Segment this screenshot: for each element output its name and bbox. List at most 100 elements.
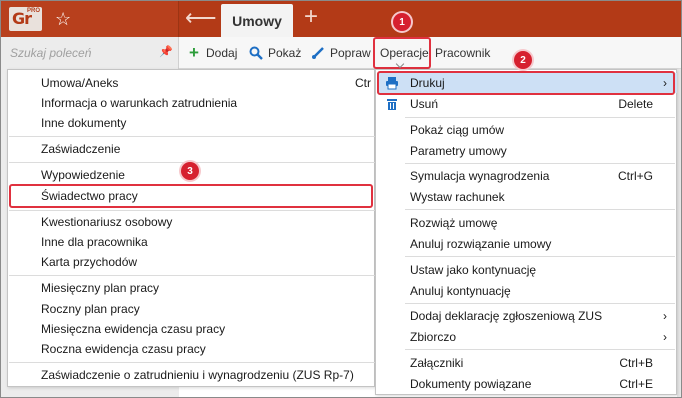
menu-item-zaswiadczenie[interactable]: Zaświadczenie bbox=[9, 139, 375, 159]
menu-item-label: Umowa/Aneks bbox=[41, 76, 119, 90]
menu-item-inne-dokumenty[interactable]: Inne dokumenty bbox=[9, 113, 375, 133]
menu-item-zus-rp7[interactable]: Zaświadczenie o zatrudnieniu i wynagrodz… bbox=[9, 365, 375, 385]
menu-item-parametry[interactable]: Parametry umowy bbox=[377, 141, 677, 161]
menu-item-symulacja[interactable]: Symulacja wynagrodzenia Ctrl+G bbox=[377, 166, 677, 186]
menu-item-anuluj-kontynuacje[interactable]: Anuluj kontynuację bbox=[377, 281, 677, 301]
app-window: Gr PRO ☆ ⟵ Umowy + Szukaj poleceń 📌 + Do… bbox=[0, 0, 682, 398]
add-button[interactable]: + Dodaj bbox=[187, 44, 237, 62]
tab-umowy[interactable]: Umowy bbox=[221, 4, 293, 37]
menu-item-label: Karta przychodów bbox=[41, 255, 138, 269]
menu-item-pokaz-ciag[interactable]: Pokaż ciąg umów bbox=[377, 120, 677, 140]
menu-item-label: Anuluj rozwiązanie umowy bbox=[410, 237, 552, 251]
swiadectwo-highlight bbox=[9, 184, 373, 208]
star-icon[interactable]: ☆ bbox=[55, 8, 71, 30]
app-logo[interactable]: Gr PRO bbox=[9, 7, 42, 31]
menu-item-label: Roczny plan pracy bbox=[41, 302, 140, 316]
menu-separator bbox=[405, 303, 675, 304]
command-search[interactable]: Szukaj poleceń 📌 bbox=[1, 37, 179, 69]
menu-item-shortcut: Delete bbox=[618, 97, 653, 111]
menu-separator bbox=[405, 117, 675, 118]
menu-item-kwestionariusz[interactable]: Kwestionariusz osobowy bbox=[9, 212, 375, 232]
menu-item-miesieczny-plan[interactable]: Miesięczny plan pracy bbox=[9, 278, 375, 298]
back-arrow-icon[interactable]: ⟵ bbox=[185, 7, 217, 29]
step-badge-3: 3 bbox=[181, 162, 199, 180]
menu-item-label: Wypowiedzenie bbox=[41, 168, 125, 182]
menu-item-label: Miesięczny plan pracy bbox=[41, 281, 160, 295]
menu-item-dodaj-deklaracje[interactable]: Dodaj deklarację zgłoszeniową ZUS › bbox=[377, 306, 677, 326]
menu-item-label: Roczna ewidencja czasu pracy bbox=[41, 342, 206, 356]
menu-item-label: Informacja o warunkach zatrudnienia bbox=[41, 96, 238, 110]
menu-item-label: Pokaż ciąg umów bbox=[410, 123, 505, 137]
menu-item-usun[interactable]: Usuń Delete bbox=[377, 94, 677, 114]
menu-item-label: Parametry umowy bbox=[410, 144, 507, 158]
edit-button[interactable]: Popraw bbox=[311, 44, 371, 62]
pin-icon[interactable]: 📌 bbox=[159, 45, 173, 58]
menu-item-karta-przychodow[interactable]: Karta przychodów bbox=[9, 252, 375, 272]
menu-separator bbox=[405, 163, 675, 164]
operations-menu: Drukuj › Usuń Delete Pokaż ciąg umów Par… bbox=[375, 69, 677, 395]
menu-item-label: Wystaw rachunek bbox=[410, 190, 505, 204]
menu-item-roczna-ewidencja[interactable]: Roczna ewidencja czasu pracy bbox=[9, 339, 375, 359]
menu-separator bbox=[9, 362, 375, 363]
print-submenu: Umowa/Aneks Ctr Informacja o warunkach z… bbox=[7, 69, 375, 387]
step-badge-1: 1 bbox=[393, 13, 411, 31]
employee-button-label: Pracownik bbox=[435, 46, 491, 60]
menu-separator bbox=[9, 136, 375, 137]
menu-item-label: Dodaj deklarację zgłoszeniową ZUS bbox=[410, 309, 603, 323]
show-button[interactable]: Pokaż bbox=[249, 44, 301, 62]
title-bar-left: Gr PRO ☆ bbox=[1, 1, 179, 37]
menu-item-shortcut: Ctrl+G bbox=[617, 169, 653, 183]
menu-item-shortcut: Ctr bbox=[355, 76, 371, 90]
menu-item-label: Rozwiąż umowę bbox=[410, 216, 498, 230]
chevron-right-icon: › bbox=[663, 330, 667, 344]
menu-item-rozwiaz[interactable]: Rozwiąż umowę bbox=[377, 213, 677, 233]
menu-item-zbiorczo[interactable]: Zbiorczo › bbox=[377, 327, 677, 347]
menu-item-label: Kwestionariusz osobowy bbox=[41, 215, 173, 229]
new-tab-icon[interactable]: + bbox=[304, 5, 318, 29]
chevron-right-icon: › bbox=[663, 309, 667, 323]
menu-separator bbox=[405, 349, 675, 350]
menu-item-label: Załączniki bbox=[410, 356, 464, 370]
menu-item-informacja[interactable]: Informacja o warunkach zatrudnienia bbox=[9, 93, 375, 113]
menu-item-label: Miesięczna ewidencja czasu pracy bbox=[41, 322, 226, 336]
menu-item-zalaczniki[interactable]: Załączniki Ctrl+B bbox=[377, 353, 677, 373]
operations-button-label: Operacje bbox=[380, 46, 429, 60]
menu-item-label: Ustaw jako kontynuację bbox=[410, 263, 537, 277]
trash-icon bbox=[385, 97, 399, 111]
menu-item-ustaw-kontynuacje[interactable]: Ustaw jako kontynuację bbox=[377, 260, 677, 280]
show-button-label: Pokaż bbox=[268, 46, 302, 60]
menu-separator bbox=[405, 256, 675, 257]
menu-item-label: Zaświadczenie bbox=[41, 142, 121, 156]
menu-separator bbox=[405, 209, 675, 210]
menu-item-anuluj-rozwiazanie[interactable]: Anuluj rozwiązanie umowy bbox=[377, 234, 677, 254]
menu-item-label: Inne dokumenty bbox=[41, 116, 127, 130]
drukuj-highlight bbox=[377, 71, 675, 95]
menu-item-dokumenty-powiazane[interactable]: Dokumenty powiązane Ctrl+E bbox=[377, 374, 677, 394]
employee-button[interactable]: Pracownik bbox=[435, 44, 490, 62]
menu-item-miesieczna-ewidencja[interactable]: Miesięczna ewidencja czasu pracy bbox=[9, 319, 375, 339]
menu-item-label: Dokumenty powiązane bbox=[410, 377, 532, 391]
app-logo-badge: PRO bbox=[26, 8, 40, 14]
menu-item-inne-dla-pracownika[interactable]: Inne dla pracownika bbox=[9, 232, 375, 252]
tab-umowy-label: Umowy bbox=[232, 12, 282, 29]
menu-item-umowa-aneks[interactable]: Umowa/Aneks Ctr bbox=[9, 73, 375, 93]
add-button-label: Dodaj bbox=[206, 46, 238, 60]
scrollbar[interactable] bbox=[677, 69, 681, 397]
menu-separator bbox=[9, 210, 375, 211]
search-input[interactable]: Szukaj poleceń bbox=[10, 46, 91, 60]
edit-button-label: Popraw bbox=[330, 46, 371, 60]
step-badge-2: 2 bbox=[514, 51, 532, 69]
magnifier-icon bbox=[249, 46, 263, 60]
menu-item-label: Zaświadczenie o zatrudnieniu i wynagrodz… bbox=[41, 368, 354, 382]
plus-icon: + bbox=[189, 43, 199, 62]
menu-item-label: Symulacja wynagrodzenia bbox=[410, 169, 550, 183]
menu-item-shortcut: Ctrl+E bbox=[619, 377, 653, 391]
menu-item-roczny-plan[interactable]: Roczny plan pracy bbox=[9, 299, 375, 319]
menu-item-label: Anuluj kontynuację bbox=[410, 284, 511, 298]
operations-button[interactable]: Operacje bbox=[380, 44, 429, 62]
menu-separator bbox=[9, 275, 375, 276]
brush-icon bbox=[311, 46, 325, 60]
menu-item-label: Usuń bbox=[410, 97, 439, 111]
menu-item-label: Inne dla pracownika bbox=[41, 235, 148, 249]
menu-item-wystaw-rachunek[interactable]: Wystaw rachunek bbox=[377, 187, 677, 207]
